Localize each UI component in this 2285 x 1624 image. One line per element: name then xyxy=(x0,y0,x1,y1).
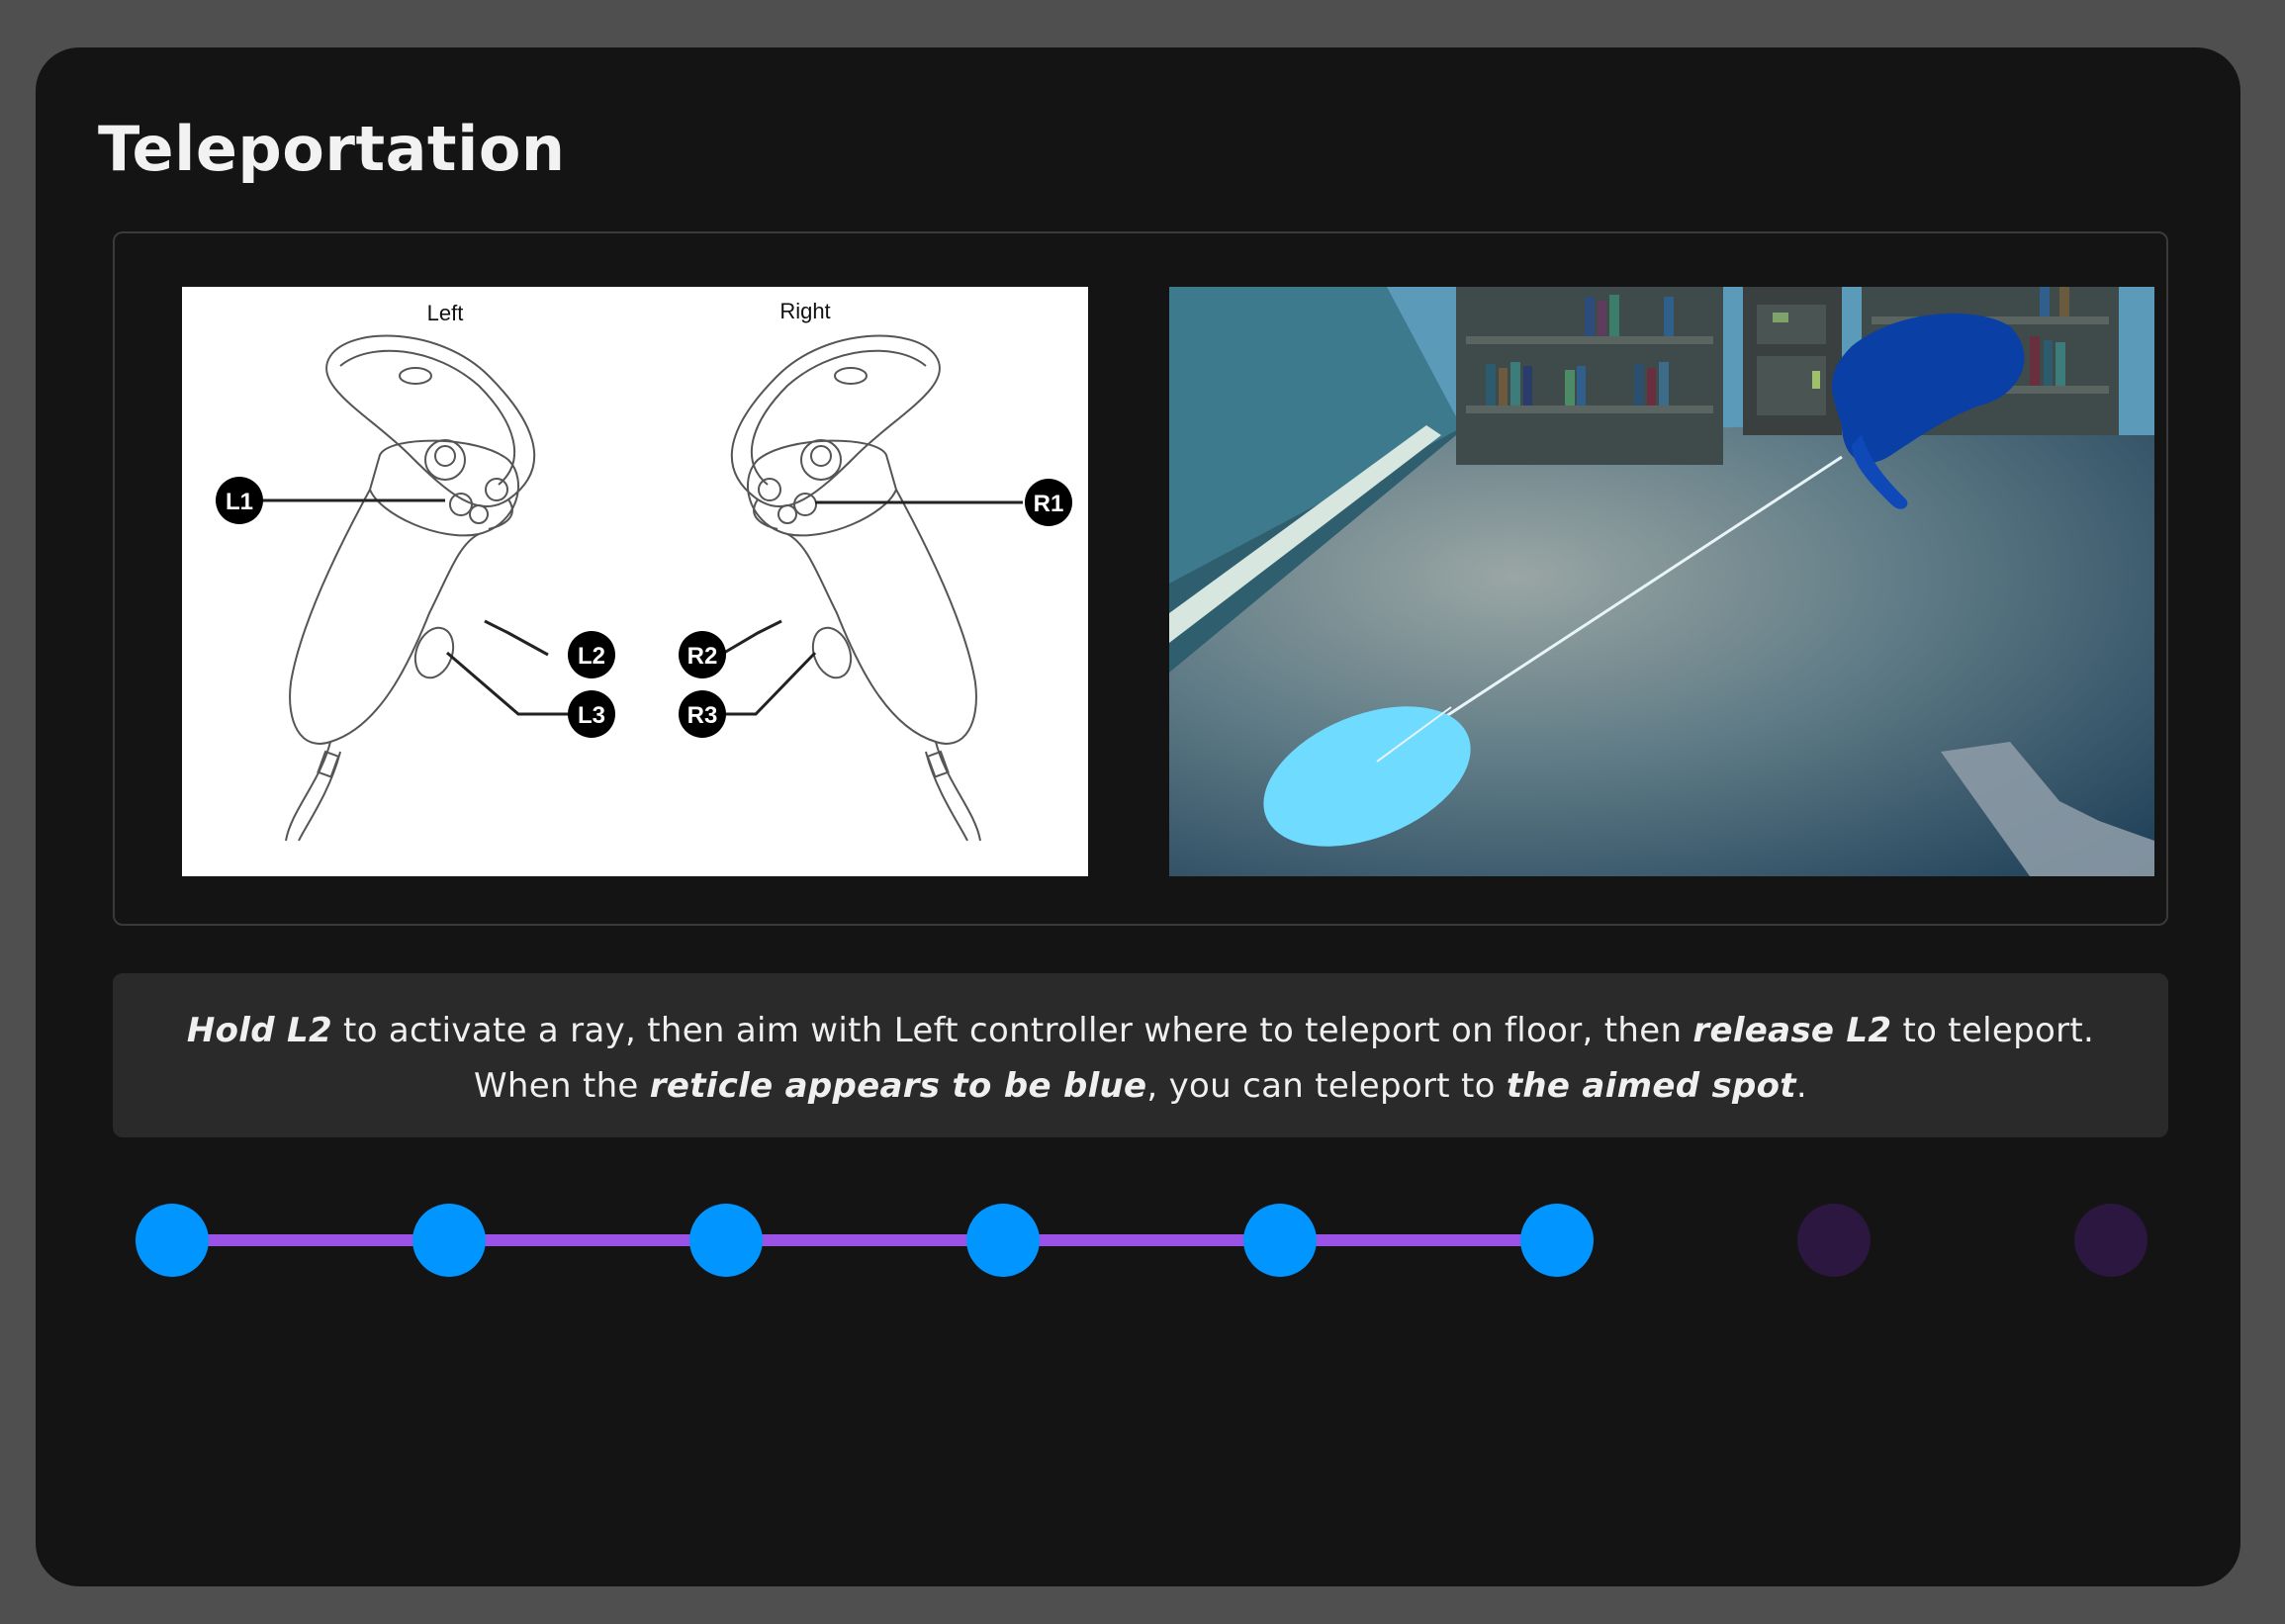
left-controller-label: Left xyxy=(427,301,464,325)
release-l2-text: release L2 xyxy=(1692,1011,1892,1050)
left-controller-illustration xyxy=(285,334,536,842)
callout-l1: L1 xyxy=(216,477,263,524)
vr-scene-image xyxy=(1169,287,2154,876)
step-dot-7[interactable] xyxy=(1797,1204,1871,1277)
tutorial-card: Teleportation Left Right L1 L2 L3 R1 R2 … xyxy=(36,47,2240,1586)
instruction-text: , you can teleport to xyxy=(1146,1066,1507,1106)
callout-r2: R2 xyxy=(679,631,726,678)
step-dot-2[interactable] xyxy=(412,1204,486,1277)
svg-text:L1: L1 xyxy=(226,489,253,515)
controller-diagram: Left Right L1 L2 L3 R1 R2 R3 xyxy=(182,287,1088,876)
right-controller-illustration xyxy=(730,334,981,842)
hold-l2-text: Hold L2 xyxy=(186,1011,332,1050)
svg-text:L2: L2 xyxy=(578,643,605,670)
instruction-text: to activate a ray, then aim with Left co… xyxy=(331,1011,1693,1050)
step-dot-4[interactable] xyxy=(966,1204,1040,1277)
callout-r3: R3 xyxy=(679,690,726,738)
step-dot-1[interactable] xyxy=(136,1204,209,1277)
instruction-line-1: Hold L2 to activate a ray, then aim with… xyxy=(113,1003,2168,1058)
svg-text:R1: R1 xyxy=(1034,491,1064,517)
callout-l2: L2 xyxy=(568,631,615,678)
instruction-text: . xyxy=(1795,1066,1807,1106)
step-dot-5[interactable] xyxy=(1243,1204,1317,1277)
svg-text:R3: R3 xyxy=(687,702,718,729)
instruction-text: to teleport. xyxy=(1891,1011,2095,1050)
page-title: Teleportation xyxy=(98,113,566,185)
step-dot-8[interactable] xyxy=(2074,1204,2148,1277)
aimed-spot-text: the aimed spot xyxy=(1506,1066,1796,1106)
svg-text:L3: L3 xyxy=(578,702,605,729)
step-dot-6[interactable] xyxy=(1520,1204,1594,1277)
bookshelf-left xyxy=(1456,287,1723,465)
callout-r1: R1 xyxy=(1025,479,1072,526)
leader-lines xyxy=(239,498,1023,716)
svg-text:R2: R2 xyxy=(687,643,718,670)
cabinet xyxy=(1743,287,1842,435)
progress-track xyxy=(172,1234,1557,1246)
instruction-box: Hold L2 to activate a ray, then aim with… xyxy=(113,973,2168,1137)
reticle-blue-text: reticle appears to be blue xyxy=(649,1066,1147,1106)
right-controller-label: Right xyxy=(779,299,830,323)
instruction-text: When the xyxy=(474,1066,650,1106)
step-dot-3[interactable] xyxy=(689,1204,763,1277)
callout-l3: L3 xyxy=(568,690,615,738)
instruction-line-2: When the reticle appears to be blue, you… xyxy=(113,1058,2168,1114)
